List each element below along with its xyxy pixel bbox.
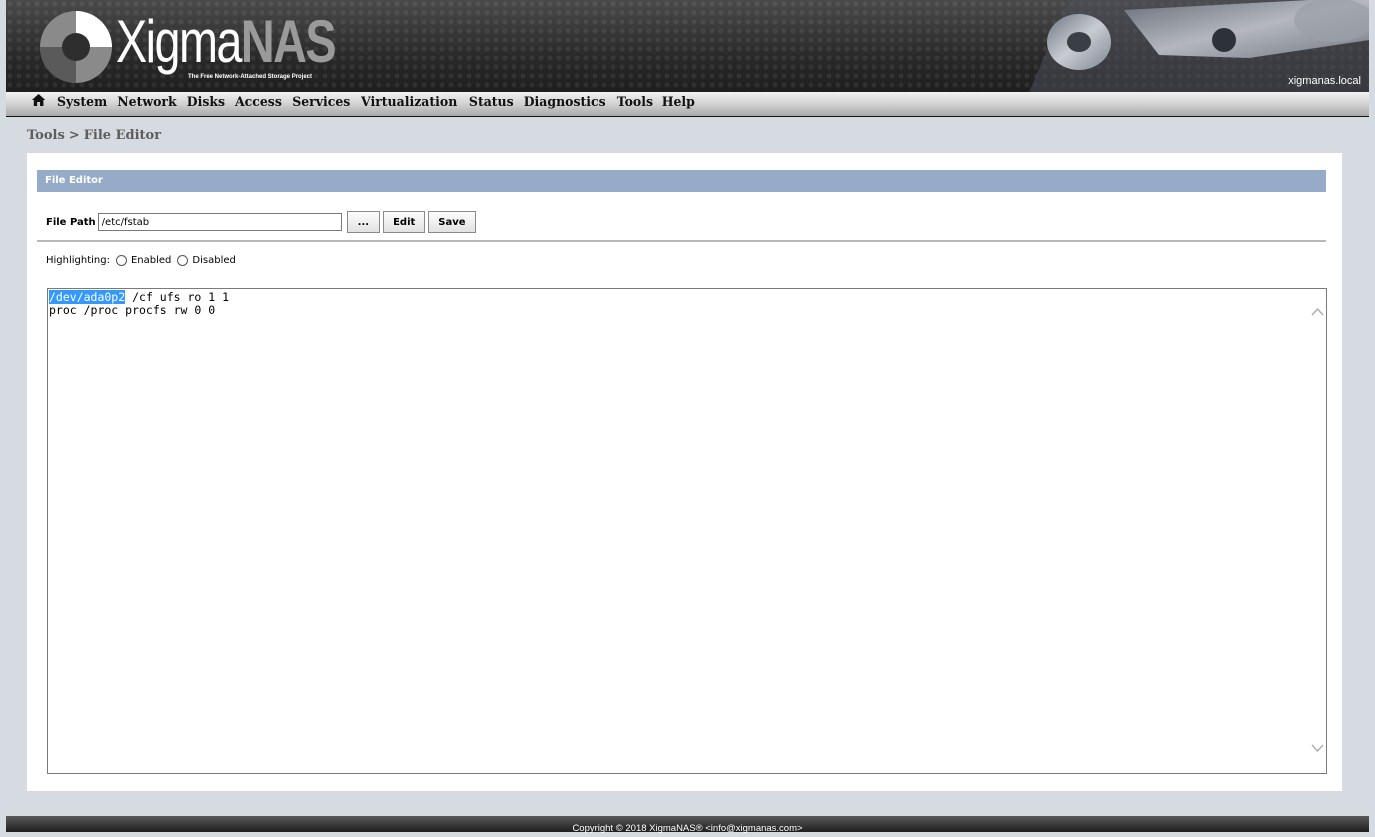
highlighting-label: Highlighting:	[46, 254, 110, 266]
hostname-label: xigmanas.local	[1288, 75, 1361, 87]
file-content-textarea[interactable]: /dev/ada0p2 /cf ufs ro 1 1 proc /proc pr…	[47, 288, 1327, 774]
highlighting-row: Highlighting: Enabled Disabled	[46, 251, 236, 269]
file-content: /dev/ada0p2 /cf ufs ro 1 1 proc /proc pr…	[49, 290, 230, 317]
logo-text-xigma: Xigma	[116, 8, 242, 75]
menu-item-virtualization[interactable]: Virtualization	[358, 92, 462, 114]
chevron-down-icon[interactable]	[1311, 744, 1324, 753]
breadcrumb-file-editor[interactable]: File Editor	[84, 128, 161, 143]
highlighting-disabled-label[interactable]: Disabled	[192, 255, 235, 266]
highlighting-enabled-radio[interactable]	[115, 254, 127, 266]
main-menu-bar: System Network Disks Access Services Vir…	[6, 92, 1369, 117]
file-path-row: File Path ... Edit Save	[46, 211, 476, 233]
logo-wordmark: XigmaNAS	[116, 2, 337, 82]
editor-line-2: proc /proc procfs rw 0 0	[49, 303, 216, 317]
footer: Copyright © 2018 XigmaNAS® <info@xigmana…	[6, 816, 1369, 834]
highlighting-enabled-label[interactable]: Enabled	[131, 255, 171, 266]
xigmanas-logo-icon	[40, 11, 112, 83]
breadcrumb-tools[interactable]: Tools	[27, 128, 65, 143]
logo-text-nas: NAS	[240, 8, 337, 75]
copyright-text: Copyright © 2018 XigmaNAS® <info@xigmana…	[572, 823, 803, 834]
section-divider	[37, 240, 1326, 242]
editor-scrollbar[interactable]	[1309, 289, 1326, 773]
logo-tagline: The Free Network-Attached Storage Projec…	[188, 74, 313, 80]
editor-line-1-rest: /cf ufs ro 1 1	[125, 290, 230, 304]
browse-button[interactable]: ...	[346, 211, 381, 233]
content-panel: File Editor File Path ... Edit Save High…	[27, 153, 1342, 791]
save-button[interactable]: Save	[428, 211, 476, 233]
panel-title: File Editor	[45, 175, 103, 186]
menu-item-network[interactable]: Network	[114, 92, 181, 114]
menu-item-system[interactable]: System	[53, 92, 111, 114]
chevron-up-icon[interactable]	[1311, 307, 1324, 316]
highlighting-disabled-radio[interactable]	[177, 254, 189, 266]
menu-item-status[interactable]: Status	[465, 92, 517, 114]
menu-item-diagnostics[interactable]: Diagnostics	[520, 92, 610, 114]
breadcrumb: Tools > File Editor	[27, 128, 161, 143]
file-path-label: File Path	[46, 216, 96, 228]
menu-item-help[interactable]: Help	[658, 92, 699, 114]
menu-item-access[interactable]: Access	[231, 92, 286, 114]
selected-text: /dev/ada0p2	[49, 290, 126, 304]
panel-title-bar: File Editor	[37, 170, 1326, 192]
breadcrumb-separator: >	[68, 128, 80, 143]
home-icon[interactable]	[7, 92, 51, 114]
edit-button[interactable]: Edit	[383, 211, 426, 233]
menu-item-tools[interactable]: Tools	[613, 92, 657, 114]
header-banner: XigmaNAS The Free Network-Attached Stora…	[6, 0, 1369, 92]
file-path-input[interactable]	[97, 213, 342, 231]
menu-item-disks[interactable]: Disks	[183, 92, 229, 114]
menu-item-services[interactable]: Services	[288, 92, 354, 114]
